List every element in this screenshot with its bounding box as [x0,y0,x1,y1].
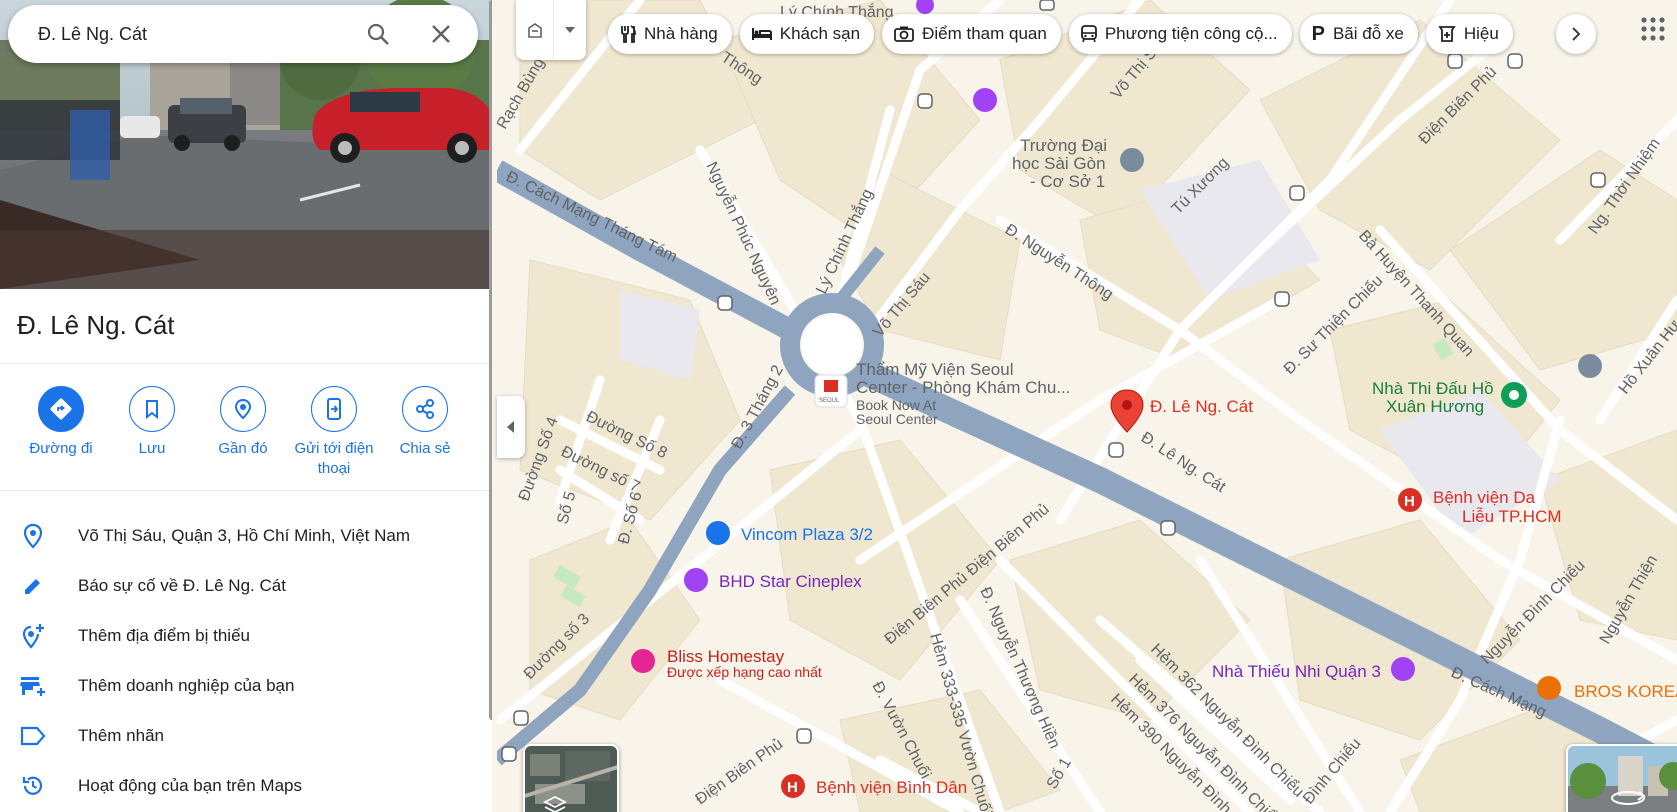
chip-restaurants-label: Nhà hàng [644,24,718,43]
send-to-phone-button[interactable]: Gửi tới điện thoại [288,386,380,479]
send-to-phone-icon [311,386,357,432]
svg-text:H: H [787,779,798,796]
address-row[interactable]: Võ Thị Sáu, Quận 3, Hồ Chí Minh, Việt Na… [0,511,492,561]
bookmark-icon [129,386,175,432]
svg-text:Đ. Lê Ng. Cát: Đ. Lê Ng. Cát [1150,397,1253,416]
chip-transit[interactable]: Phương tiện công cộ... [1068,14,1292,54]
svg-text:BROS KOREA: BROS KOREA [1574,682,1677,701]
pharmacy-icon [1438,25,1456,43]
chip-attractions[interactable]: Điểm tham quan [882,14,1061,54]
add-business-text: Thêm doanh nghiệp của bạn [78,676,295,695]
maps-activity-row[interactable]: Hoạt động của bạn trên Maps [0,761,492,811]
chip-hotels[interactable]: Khách sạn [739,14,875,54]
svg-text:BHD Star Cineplex: BHD Star Cineplex [719,572,862,591]
map-mode-toggle[interactable] [516,0,586,60]
add-missing-place-row[interactable]: Thêm địa điểm bị thiếu [0,611,492,661]
hotel-icon [751,27,772,41]
address-text: Võ Thị Sáu, Quận 3, Hồ Chí Minh, Việt Na… [78,526,410,545]
svg-text:Nhà Thi Đấu Hồ: Nhà Thi Đấu Hồ [1372,379,1494,398]
google-apps-icon[interactable] [1638,14,1668,44]
close-icon[interactable] [426,19,456,49]
svg-text:Thẩm Mỹ Viện Seoul: Thẩm Mỹ Viện Seoul [856,360,1013,379]
chip-parking-label: Bãi đỗ xe [1332,24,1404,43]
svg-text:Bệnh viện Bình Dân: Bệnh viện Bình Dân [816,778,967,797]
roundabout-center [802,315,862,375]
chip-transit-label: Phương tiện công cộ... [1104,24,1278,43]
action-buttons: Đường đi Lưu Gần đó Gửi tới điện thoại C… [0,363,492,491]
search-box[interactable] [8,5,478,63]
svg-text:H: H [1404,493,1415,510]
street-view-thumbnail[interactable] [1566,744,1677,812]
chips-next-button[interactable] [1556,14,1596,54]
chip-attractions-label: Điểm tham quan [922,24,1047,43]
directions-label: Đường đi [29,440,93,457]
map-canvas[interactable]: Đ. Cách Mạng Tháng Tám Đ. Cách Mạng Rạch… [497,0,1677,812]
parking-icon: P [1311,22,1325,45]
chip-restaurants[interactable]: Nhà hàng [608,14,732,54]
transport-mode-icon[interactable] [516,0,554,60]
svg-text:Được xếp hạng cao nhất: Được xếp hạng cao nhất [667,664,822,680]
chip-hotels-label: Khách sạn [779,24,861,43]
history-icon [0,774,66,798]
svg-text:học Sài Gòn: học Sài Gòn [1012,154,1106,173]
add-label-text: Thêm nhãn [78,726,164,745]
poi-school-right[interactable] [1578,354,1602,378]
search-input[interactable] [38,23,358,45]
nearby-button[interactable]: Gần đó [197,386,289,459]
share-button[interactable]: Chia sẻ [379,386,471,459]
add-missing-place-text: Thêm địa điểm bị thiếu [78,626,250,645]
directions-icon [38,386,84,432]
share-label: Chia sẻ [399,440,451,457]
svg-text:Center - Phòng Khám Chu...: Center - Phòng Khám Chu... [856,378,1071,397]
maps-activity-text: Hoạt động của bạn trên Maps [78,776,302,795]
svg-text:Seoul Center: Seoul Center [856,411,938,427]
svg-text:Bệnh viện Da: Bệnh viện Da [1433,488,1536,507]
svg-text:- Cơ Sở 1: - Cơ Sở 1 [1030,172,1105,191]
location-pin-icon [0,523,66,549]
chevron-left-icon [507,421,514,433]
report-issue-text: Báo sự cố về Đ. Lê Ng. Cát [78,576,286,595]
search-icon[interactable] [363,19,393,49]
chevron-right-icon [1572,27,1581,41]
svg-text:Nhà Thiếu Nhi Quận 3: Nhà Thiếu Nhi Quận 3 [1212,662,1381,681]
place-title: Đ. Lê Ng. Cát [17,310,175,340]
edit-pencil-icon [0,575,66,597]
nearby-label: Gần đó [218,440,268,457]
share-icon [402,386,448,432]
transit-icon [1080,25,1097,43]
place-panel: Đ. Lê Ng. Cát Đường đi Lưu Gần đó [0,0,492,812]
save-button[interactable]: Lưu [106,386,198,459]
svg-text:Xuân Hương: Xuân Hương [1386,397,1484,416]
chevron-down-icon[interactable] [554,0,586,60]
label-icon [0,726,66,746]
add-place-icon [0,623,66,649]
send-to-phone-label: Gửi tới điện thoại [294,440,374,477]
layers-button[interactable] [523,744,619,812]
directions-button[interactable]: Đường đi [15,386,107,459]
nearby-icon [220,386,266,432]
save-label: Lưu [138,440,166,457]
maps-app: Đ. Lê Ng. Cát Đường đi Lưu Gần đó [0,0,1677,812]
svg-text:Trường Đại: Trường Đại [1020,136,1107,155]
restaurant-icon [620,25,636,43]
add-business-row[interactable]: Thêm doanh nghiệp của bạn [0,661,492,711]
chip-parking[interactable]: P Bãi đỗ xe [1299,14,1418,54]
panel-scrollbar[interactable] [489,0,492,720]
svg-text:Liễu TP.HCM: Liễu TP.HCM [1462,507,1562,526]
camera-icon [894,26,914,42]
category-chips: Nhà hàng Khách sạn Điểm tham quan Phương… [608,14,1513,54]
collapse-panel-button[interactable] [497,396,525,458]
svg-text:Vincom Plaza 3/2: Vincom Plaza 3/2 [741,525,873,544]
chip-pharmacy[interactable]: Hiệu [1425,14,1513,54]
add-business-icon [0,674,66,698]
report-issue-row[interactable]: Báo sự cố về Đ. Lê Ng. Cát [0,561,492,611]
svg-text:SEOUL: SEOUL [819,398,840,404]
add-label-row[interactable]: Thêm nhãn [0,711,492,761]
chip-pharmacy-label: Hiệu [1463,24,1499,43]
